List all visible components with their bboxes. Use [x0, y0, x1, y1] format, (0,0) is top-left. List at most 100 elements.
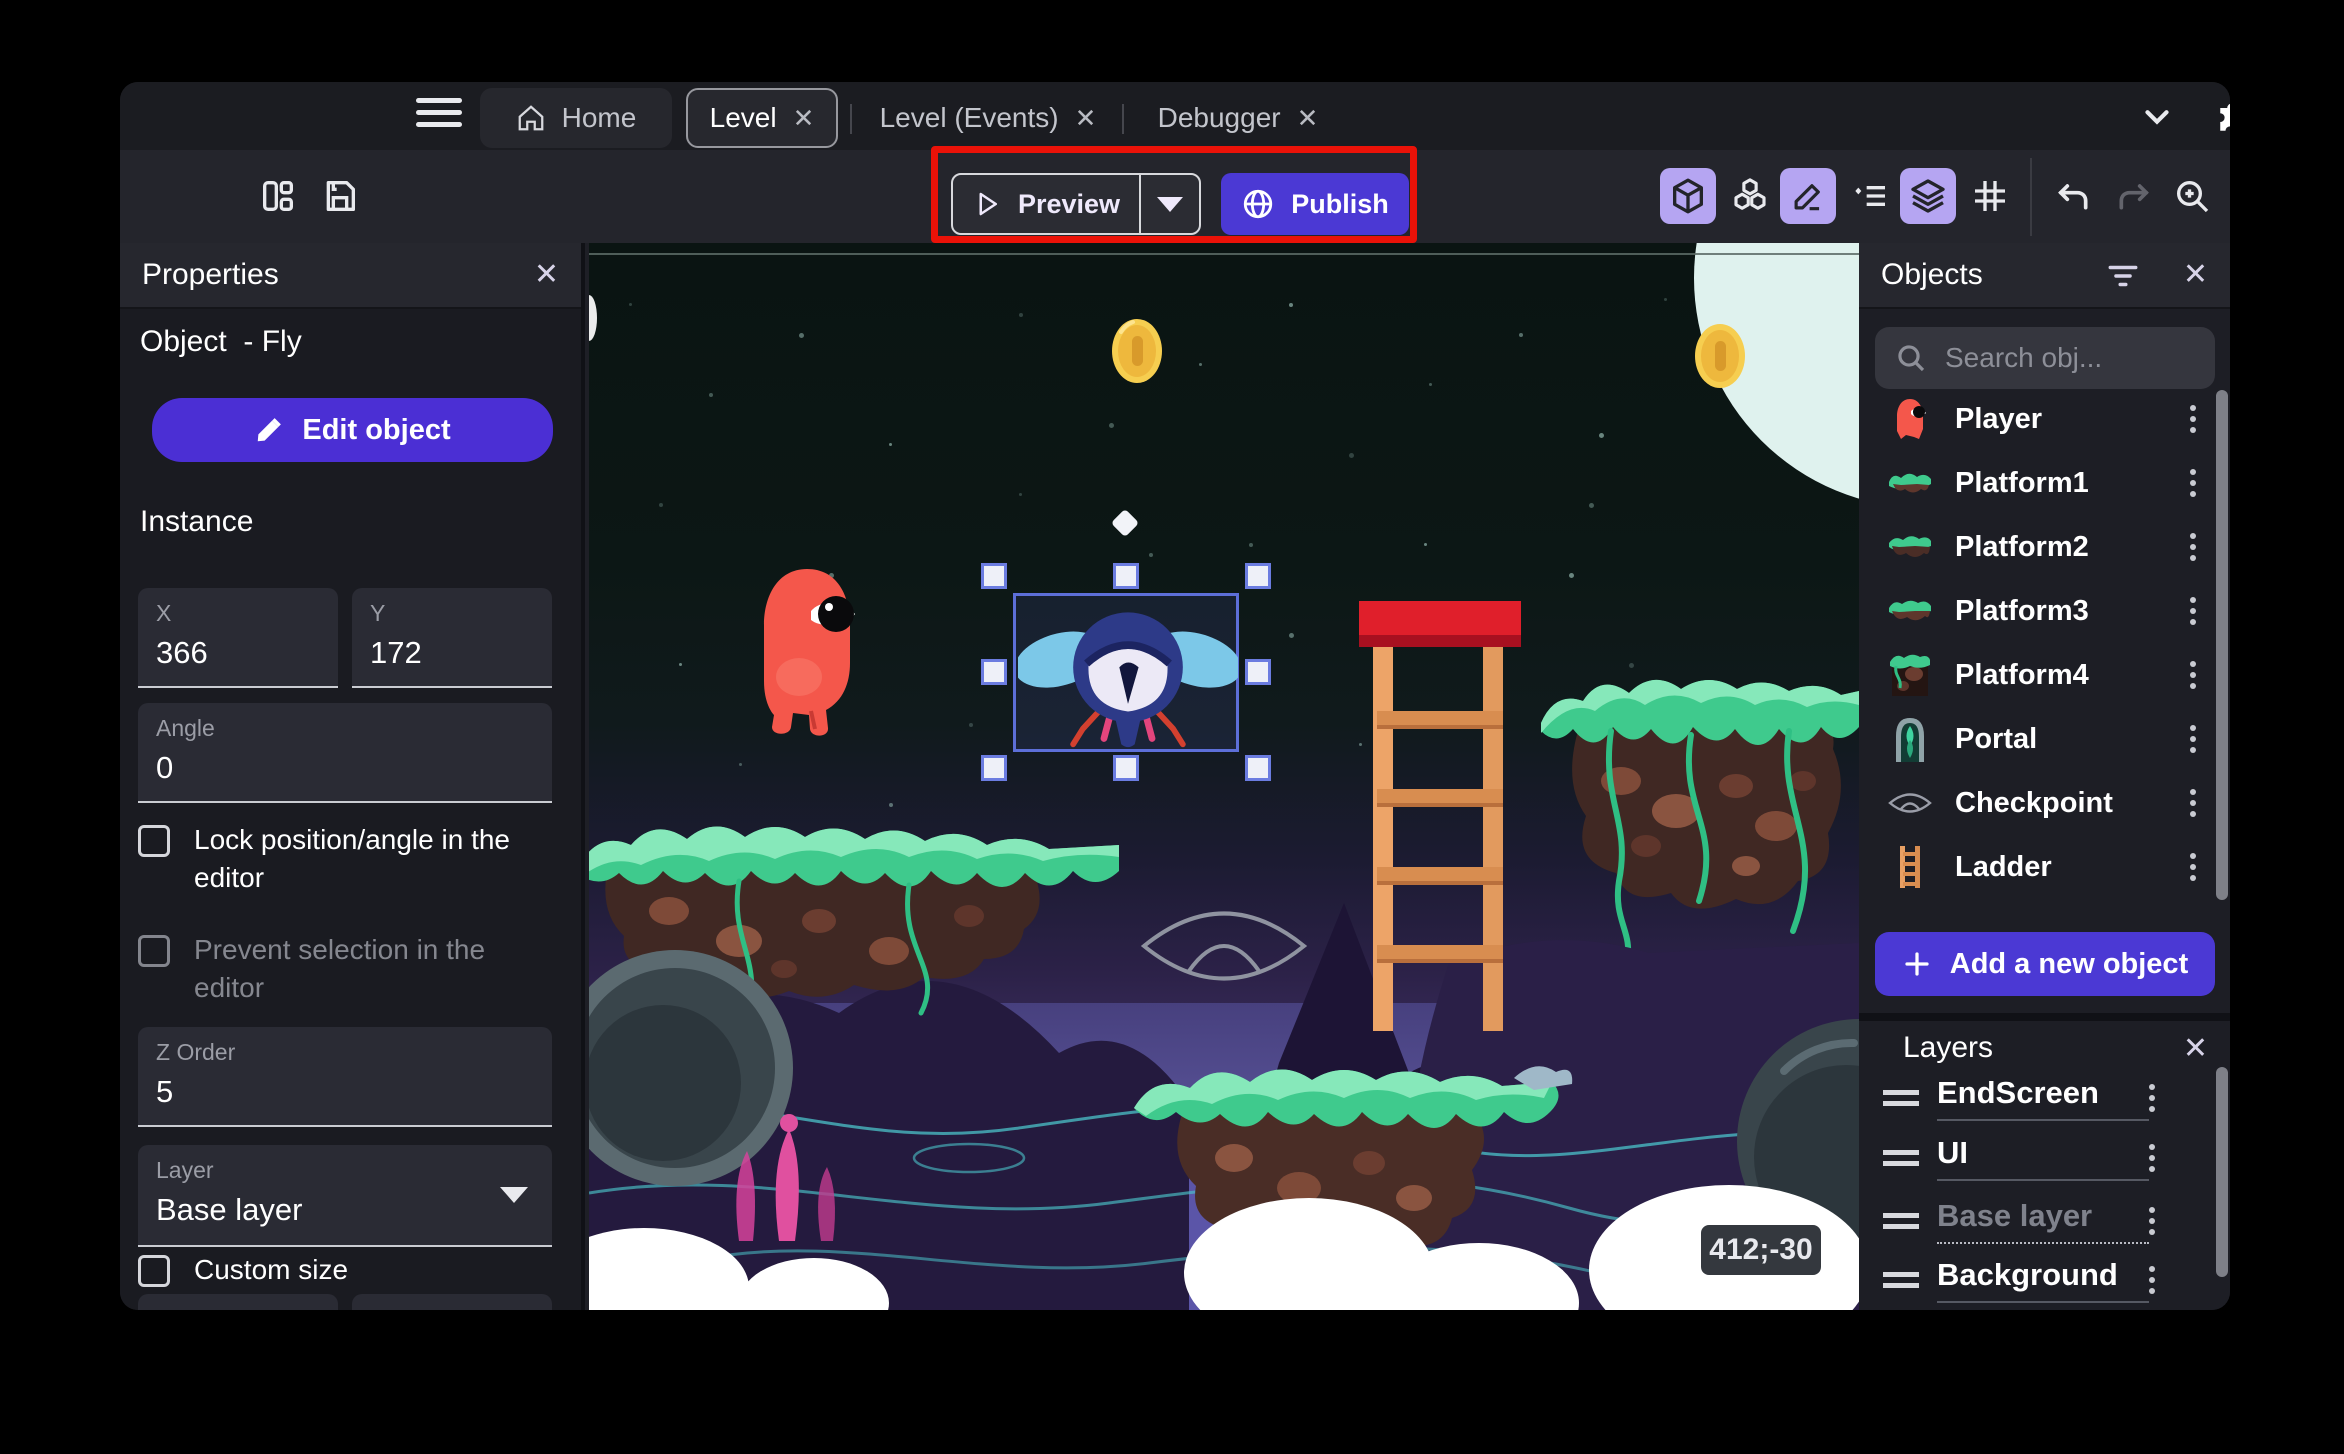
menu-icon[interactable]	[416, 91, 462, 134]
scene-canvas[interactable]: 412;-30	[589, 243, 1859, 1310]
kebab-menu-icon[interactable]	[2190, 672, 2196, 678]
layer-row-ui[interactable]: UI	[1859, 1129, 2230, 1187]
selection-handle[interactable]	[1245, 563, 1271, 589]
globe-icon	[1244, 189, 1273, 219]
checkbox-icon[interactable]	[138, 825, 170, 857]
custom-size-label: Custom size	[194, 1254, 349, 1285]
z-order-field[interactable]: Z Order 5	[138, 1027, 552, 1127]
screen: Home Level ✕ Level (Events) ✕ Debugger ✕	[0, 0, 2344, 1454]
objects-scrollbar[interactable]	[2216, 390, 2228, 900]
kebab-menu-icon[interactable]	[2190, 608, 2196, 614]
prevent-selection-checkbox-row[interactable]: Prevent selection in the editor	[138, 931, 558, 1007]
coin	[1112, 319, 1162, 383]
add-object-label: Add a new object	[1949, 947, 2189, 980]
drag-handle-icon[interactable]	[1883, 1090, 1919, 1106]
close-tab-icon[interactable]: ✕	[1075, 105, 1097, 131]
kebab-menu-icon[interactable]	[2149, 1095, 2155, 1101]
redo-icon[interactable]	[2105, 168, 2161, 224]
edit-pencil-tool-icon[interactable]	[1780, 168, 1836, 224]
close-panel-icon[interactable]: ✕	[2183, 1031, 2208, 1066]
lock-position-checkbox-row[interactable]: Lock position/angle in the editor	[138, 821, 558, 897]
3d-box-tool-icon[interactable]	[1660, 168, 1716, 224]
layer-row-background[interactable]: Background	[1859, 1251, 2230, 1309]
drag-handle-icon[interactable]	[1883, 1272, 1919, 1288]
object-row-platform4[interactable]: Platform4	[1859, 643, 2230, 707]
layout-panels-icon[interactable]	[250, 168, 306, 224]
selection-handle[interactable]	[1113, 563, 1139, 589]
tab-level-events[interactable]: Level (Events) ✕	[860, 88, 1116, 148]
ladder-thumbnail	[1887, 844, 1933, 890]
layer-row-base-layer[interactable]: Base layer	[1859, 1192, 2230, 1250]
layer-row-endscreen[interactable]: EndScreen	[1859, 1069, 2230, 1127]
kebab-menu-icon[interactable]	[2190, 736, 2196, 742]
object-row-platform2[interactable]: Platform2	[1859, 515, 2230, 579]
layer-select[interactable]: Layer Base layer	[138, 1145, 552, 1247]
coin	[1695, 324, 1745, 388]
add-object-button[interactable]: Add a new object	[1875, 932, 2215, 996]
zoom-icon[interactable]	[2164, 168, 2220, 224]
preview-dropdown-button[interactable]	[1141, 175, 1199, 233]
x-field[interactable]: X 366	[138, 588, 338, 688]
tab-level[interactable]: Level ✕	[686, 88, 838, 148]
publish-button[interactable]: Publish	[1221, 173, 1409, 235]
close-panel-icon[interactable]: ✕	[2183, 257, 2208, 292]
drag-handle-icon[interactable]	[1883, 1213, 1919, 1229]
trash-icon[interactable]	[2220, 168, 2230, 224]
edit-object-button[interactable]: Edit object	[152, 398, 553, 462]
y-field[interactable]: Y 172	[352, 588, 552, 688]
close-panel-icon[interactable]: ✕	[534, 257, 559, 292]
close-tab-icon[interactable]: ✕	[793, 105, 815, 131]
angle-value: 0	[156, 750, 174, 785]
object-row-portal[interactable]: Portal	[1859, 707, 2230, 771]
kebab-menu-icon[interactable]	[2190, 864, 2196, 870]
drag-handle-icon[interactable]	[1883, 1150, 1919, 1166]
kebab-menu-icon[interactable]	[2190, 480, 2196, 486]
checkbox-icon[interactable]	[138, 935, 170, 967]
tab-label: Debugger	[1157, 102, 1281, 133]
chevron-down-icon[interactable]	[2138, 98, 2176, 136]
selection-handle[interactable]	[981, 563, 1007, 589]
custom-size-checkbox-row[interactable]: Custom size	[138, 1251, 558, 1289]
height-field-partial[interactable]	[352, 1294, 552, 1310]
close-tab-icon[interactable]: ✕	[1297, 105, 1319, 131]
kebab-menu-icon[interactable]	[2190, 800, 2196, 806]
objects-cubes-icon[interactable]	[1722, 168, 1778, 224]
preview-label: Preview	[1017, 188, 1121, 219]
grid-icon[interactable]	[1962, 168, 2018, 224]
layers-scrollbar[interactable]	[2216, 1067, 2228, 1277]
selection-handle[interactable]	[1245, 659, 1271, 685]
properties-title: Properties	[142, 258, 279, 291]
kebab-menu-icon[interactable]	[2149, 1218, 2155, 1224]
kebab-menu-icon[interactable]	[2190, 416, 2196, 422]
preview-button[interactable]: Preview	[953, 175, 1141, 233]
layers-tool-icon[interactable]	[1900, 168, 1956, 224]
filter-icon[interactable]	[2106, 261, 2140, 291]
undo-icon[interactable]	[2046, 168, 2102, 224]
object-row-platform3[interactable]: Platform3	[1859, 579, 2230, 643]
object-row-player[interactable]: Player	[1859, 387, 2230, 451]
angle-field[interactable]: Angle 0	[138, 703, 552, 803]
fly-enemy	[1018, 612, 1238, 748]
object-row-checkpoint[interactable]: Checkpoint	[1859, 771, 2230, 835]
kebab-menu-icon[interactable]	[2149, 1277, 2155, 1283]
tab-debugger[interactable]: Debugger ✕	[1132, 88, 1344, 148]
width-field-partial[interactable]	[138, 1294, 338, 1310]
object-row-ladder[interactable]: Ladder	[1859, 835, 2230, 899]
selection-handle[interactable]	[1245, 755, 1271, 781]
extensions-puzzle-icon[interactable]	[2208, 94, 2230, 136]
platform-thumbnail	[1887, 588, 1933, 634]
selection-handle[interactable]	[981, 659, 1007, 685]
object-row-platform1[interactable]: Platform1	[1859, 451, 2230, 515]
save-icon[interactable]	[312, 168, 368, 224]
kebab-menu-icon[interactable]	[2190, 544, 2196, 550]
search-input[interactable]	[1943, 341, 2193, 375]
tab-home[interactable]: Home	[480, 88, 672, 148]
instances-list-icon[interactable]	[1842, 168, 1898, 224]
selection-handle[interactable]	[981, 755, 1007, 781]
selection-handle[interactable]	[1113, 755, 1139, 781]
player-character[interactable]	[755, 563, 859, 739]
checkbox-icon[interactable]	[138, 1255, 170, 1287]
object-search[interactable]	[1875, 327, 2215, 389]
kebab-menu-icon[interactable]	[2149, 1155, 2155, 1161]
selection-rectangle[interactable]	[1013, 593, 1239, 752]
